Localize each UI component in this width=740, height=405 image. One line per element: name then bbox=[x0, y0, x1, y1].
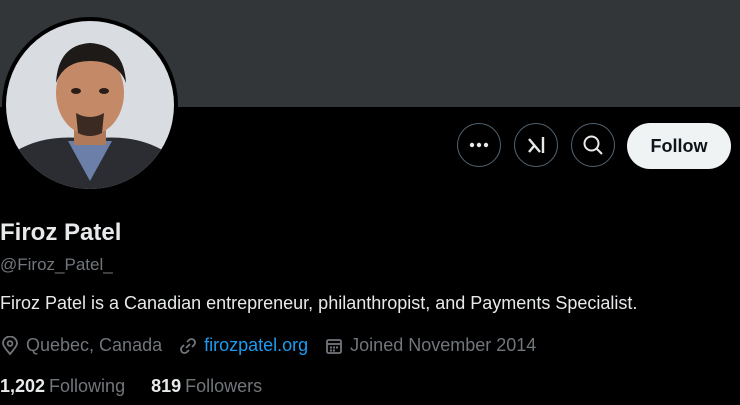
search-icon bbox=[583, 135, 603, 155]
website: firozpatel.org bbox=[178, 335, 308, 356]
website-link[interactable]: firozpatel.org bbox=[204, 335, 308, 356]
avatar-image bbox=[6, 21, 174, 189]
more-icon bbox=[469, 142, 489, 148]
following-link[interactable]: 1,202 Following bbox=[0, 376, 125, 397]
following-count: 1,202 bbox=[0, 376, 46, 396]
followers-count: 819 bbox=[151, 376, 182, 396]
grok-icon bbox=[528, 137, 545, 153]
profile-bio: Firoz Patel is a Canadian entrepreneur, … bbox=[0, 293, 638, 313]
profile-meta: Quebec, Canada firozpatel.org Joined Nov… bbox=[0, 335, 552, 356]
avatar[interactable] bbox=[2, 17, 178, 193]
profile-handle: @Firoz_Patel_ bbox=[0, 255, 113, 274]
location: Quebec, Canada bbox=[0, 335, 162, 356]
more-button[interactable] bbox=[457, 123, 501, 167]
link-icon bbox=[180, 337, 197, 354]
grok-button[interactable] bbox=[514, 123, 558, 167]
location-text: Quebec, Canada bbox=[26, 335, 163, 355]
profile-stats: 1,202 Following 819 Followers bbox=[0, 376, 288, 397]
search-button[interactable] bbox=[571, 123, 615, 167]
calendar-icon bbox=[326, 338, 343, 354]
following-label: Following bbox=[49, 376, 126, 396]
followers-link[interactable]: 819 Followers bbox=[151, 376, 262, 397]
follow-button[interactable]: Follow bbox=[627, 123, 731, 169]
profile-name: Firoz Patel bbox=[0, 219, 122, 246]
followers-label: Followers bbox=[185, 376, 263, 396]
joined: Joined November 2014 bbox=[324, 335, 536, 356]
location-icon bbox=[2, 335, 18, 355]
joined-text: Joined November 2014 bbox=[350, 335, 537, 355]
